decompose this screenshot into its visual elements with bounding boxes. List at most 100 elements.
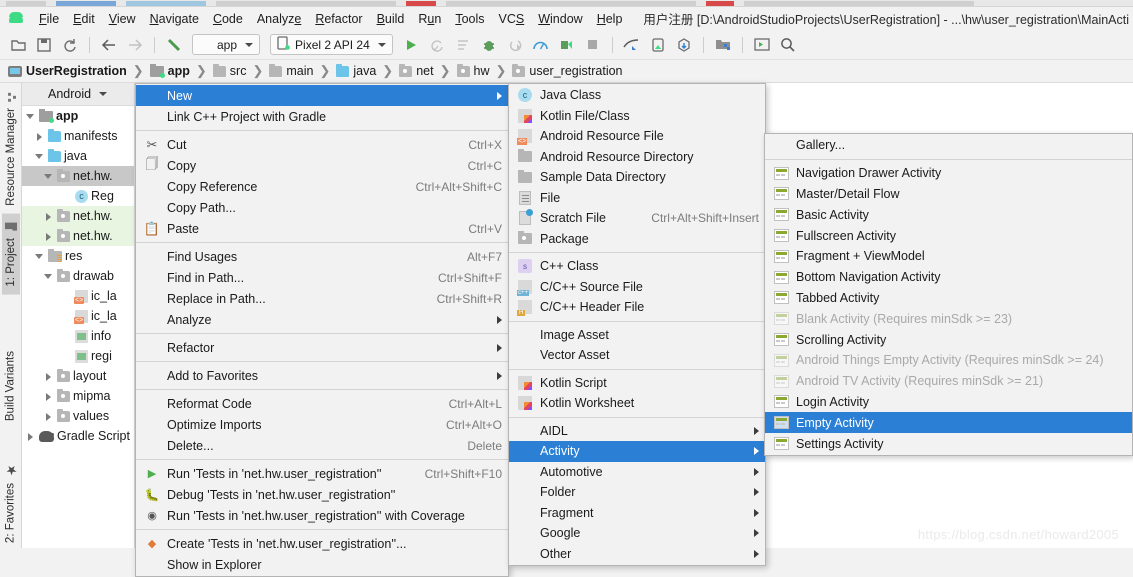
profiler-icon[interactable] (529, 34, 553, 56)
chevron-down-icon[interactable] (43, 171, 54, 182)
tree-item-mipma[interactable]: mipma (22, 386, 134, 406)
menu-item-fragment-viewmodel[interactable]: Fragment + ViewModel (765, 246, 1132, 267)
menu-item-delete[interactable]: Delete... Delete (136, 435, 508, 456)
menu-item-tabbed-activity[interactable]: Tabbed Activity (765, 288, 1132, 309)
chevron-right-icon[interactable] (43, 231, 54, 242)
menu-item-find-in-path[interactable]: Find in Path... Ctrl+Shift+F (136, 267, 508, 288)
menu-item-create-tests-in-net-hw-user-registration[interactable]: ◆ Create 'Tests in 'net.hw.user_registrat… (136, 533, 508, 554)
chevron-down-icon[interactable] (25, 111, 36, 122)
sdk-manager-icon[interactable] (620, 34, 644, 56)
menu-item-activity[interactable]: Activity (509, 441, 765, 462)
chevron-right-icon[interactable] (43, 411, 54, 422)
menu-item-other[interactable]: Other (509, 544, 765, 565)
tree-item-gradle-script[interactable]: Gradle Script (22, 426, 134, 446)
avd-manager-icon[interactable] (646, 34, 670, 56)
menu-item-sample-data-directory[interactable]: Sample Data Directory (509, 167, 765, 188)
menu-run[interactable]: Run (411, 10, 448, 28)
breadcrumb-item-main[interactable]: main (269, 63, 313, 78)
sync-project-icon[interactable] (58, 34, 82, 56)
build-hammer-icon[interactable] (162, 34, 186, 56)
menu-item-run-tests-in-net-hw-user-registration-with-cover[interactable]: ◉ Run 'Tests in 'net.hw.user_registration… (136, 505, 508, 526)
menu-item-add-to-favorites[interactable]: Add to Favorites (136, 365, 508, 386)
breadcrumb-item-hw[interactable]: hw (456, 63, 489, 78)
menu-item-vector-asset[interactable]: Vector Asset (509, 345, 765, 366)
menu-build[interactable]: Build (370, 10, 412, 28)
menu-item-reformat-code[interactable]: Reformat Code Ctrl+Alt+L (136, 393, 508, 414)
menu-window[interactable]: Window (531, 10, 589, 28)
chevron-right-icon[interactable] (43, 211, 54, 222)
chevron-right-icon[interactable] (25, 431, 36, 442)
menu-item-copy-path[interactable]: Copy Path... (136, 197, 508, 218)
chevron-down-icon[interactable] (34, 151, 45, 162)
menu-navigate[interactable]: Navigate (143, 10, 206, 28)
sidebar-item-build-variants[interactable]: Build Variants (1, 328, 20, 429)
menu-item-scratch-file[interactable]: Scratch File Ctrl+Alt+Shift+Insert (509, 208, 765, 229)
gradle-sync-icon[interactable] (672, 34, 696, 56)
menu-item-login-activity[interactable]: Login Activity (765, 392, 1132, 413)
tree-item-reg[interactable]: c Reg (22, 186, 134, 206)
debug-icon[interactable] (477, 34, 501, 56)
menu-item-fragment[interactable]: Fragment (509, 503, 765, 524)
run-icon[interactable] (399, 34, 423, 56)
tree-item-regi[interactable]: regi (22, 346, 134, 366)
menu-code[interactable]: Code (206, 10, 250, 28)
search-everywhere-icon[interactable] (776, 34, 800, 56)
menu-item-android-resource-directory[interactable]: Android Resource Directory (509, 147, 765, 168)
menu-item-c-c-source-file[interactable]: C/C++ Source File (509, 277, 765, 298)
menu-item-copy-reference[interactable]: Copy Reference Ctrl+Alt+Shift+C (136, 176, 508, 197)
rerun-icon[interactable] (425, 34, 449, 56)
back-icon[interactable] (97, 34, 121, 56)
menu-view[interactable]: View (102, 10, 143, 28)
menu-item-java-class[interactable]: c Java Class (509, 85, 765, 106)
menu-item-replace-in-path[interactable]: Replace in Path... Ctrl+Shift+R (136, 288, 508, 309)
forward-icon[interactable] (123, 34, 147, 56)
menu-item-paste[interactable]: 📋 Paste Ctrl+V (136, 218, 508, 239)
chevron-right-icon[interactable] (43, 391, 54, 402)
tree-item-ic-la[interactable]: ic_la (22, 306, 134, 326)
stop-alt-icon[interactable] (451, 34, 475, 56)
menu-help[interactable]: Help (590, 10, 630, 28)
tree-item-net-hw[interactable]: net.hw. (22, 166, 134, 186)
menu-item-run-tests-in-net-hw-user-registration[interactable]: ▶ Run 'Tests in 'net.hw.user_registration… (136, 463, 508, 484)
menu-refactor[interactable]: Refactor (308, 10, 369, 28)
module-selector[interactable]: app (192, 34, 261, 55)
breadcrumb-item-java[interactable]: java (336, 63, 376, 78)
menu-item-scrolling-activity[interactable]: Scrolling Activity (765, 329, 1132, 350)
tree-item-layout[interactable]: layout (22, 366, 134, 386)
menu-item-c-c-header-file[interactable]: C/C++ Header File (509, 297, 765, 318)
menu-item-gallery[interactable]: Gallery... (765, 135, 1132, 156)
menu-item-new[interactable]: New (136, 85, 508, 106)
menu-item-folder[interactable]: Folder (509, 482, 765, 503)
menu-item-copy[interactable]: 🗍 Copy Ctrl+C (136, 155, 508, 176)
stop-icon[interactable] (581, 34, 605, 56)
menu-item-cut[interactable]: ✂ Cut Ctrl+X (136, 134, 508, 155)
menu-item-aidl[interactable]: AIDL (509, 421, 765, 442)
menu-item-kotlin-file-class[interactable]: Kotlin File/Class (509, 106, 765, 127)
save-all-icon[interactable] (32, 34, 56, 56)
tree-item-ic-la[interactable]: ic_la (22, 286, 134, 306)
menu-item-basic-activity[interactable]: Basic Activity (765, 204, 1132, 225)
breadcrumb-item-net[interactable]: net (399, 63, 434, 78)
menu-item-optimize-imports[interactable]: Optimize Imports Ctrl+Alt+O (136, 414, 508, 435)
menu-item-image-asset[interactable]: Image Asset (509, 325, 765, 346)
sidebar-item-resource-manager[interactable]: Resource Manager (2, 83, 20, 214)
menu-item-package[interactable]: Package (509, 229, 765, 250)
menu-item-refactor[interactable]: Refactor (136, 337, 508, 358)
menu-item-google[interactable]: Google (509, 523, 765, 544)
menu-item-navigation-drawer-activity[interactable]: Navigation Drawer Activity (765, 163, 1132, 184)
tree-item-values[interactable]: values (22, 406, 134, 426)
menu-item-debug-tests-in-net-hw-user-registration[interactable]: 🐛 Debug 'Tests in 'net.hw.user_registrati… (136, 484, 508, 505)
menu-item-c-class[interactable]: s C++ Class (509, 256, 765, 277)
tree-item-net-hw[interactable]: net.hw. (22, 226, 134, 246)
breadcrumb-item-user-registration[interactable]: user_registration (512, 63, 623, 78)
sidebar-item-project[interactable]: 1: Project (1, 213, 20, 295)
menu-analyze[interactable]: Analyze (250, 10, 308, 28)
menu-vcs[interactable]: VCS (492, 10, 532, 28)
layout-inspector-icon[interactable] (750, 34, 774, 56)
menu-edit[interactable]: Edit (66, 10, 102, 28)
tree-item-net-hw[interactable]: net.hw. (22, 206, 134, 226)
menu-item-bottom-navigation-activity[interactable]: Bottom Navigation Activity (765, 267, 1132, 288)
breadcrumb-item-app[interactable]: app (149, 63, 190, 78)
chevron-right-icon[interactable] (43, 371, 54, 382)
menu-item-empty-activity[interactable]: Empty Activity (765, 412, 1132, 434)
